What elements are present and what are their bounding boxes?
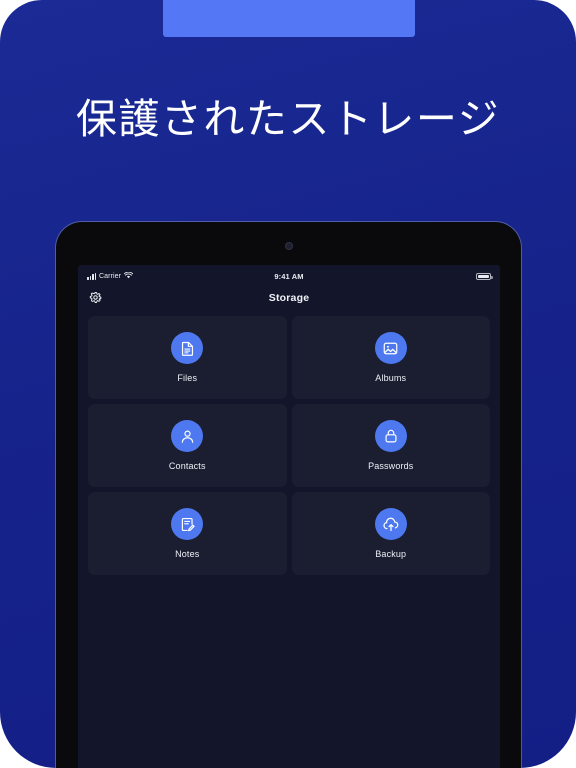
cloud-upload-icon xyxy=(374,508,407,540)
nav-title: Storage xyxy=(268,291,310,304)
storage-card-contacts[interactable]: Contacts xyxy=(88,404,287,487)
page-title: 保護されたストレージ xyxy=(75,96,501,142)
nav-bar: Storage xyxy=(78,284,500,311)
status-bar: Carrier 9:41 AM xyxy=(78,265,500,284)
document-icon xyxy=(171,332,204,364)
storage-card-label: Contacts xyxy=(168,461,206,471)
storage-card-passwords[interactable]: Passwords xyxy=(291,404,490,487)
storage-card-albums[interactable]: Albums xyxy=(291,316,490,399)
storage-card-label: Notes xyxy=(175,549,200,559)
storage-card-label: Passwords xyxy=(368,461,414,471)
person-icon xyxy=(171,420,204,452)
status-bar-clock: 9:41 AM xyxy=(274,271,304,281)
storage-card-notes[interactable]: Notes xyxy=(88,492,287,575)
top-accent-bar xyxy=(163,0,415,37)
note-edit-icon xyxy=(171,508,204,540)
photo-icon xyxy=(374,332,407,364)
storage-card-label: Backup xyxy=(375,549,407,559)
tablet-device-frame: Carrier 9:41 AM Storage Files Albums Con… xyxy=(56,222,521,768)
storage-card-label: Files xyxy=(177,373,198,383)
promo-panel: 保護されたストレージ Carrier 9:41 AM Storage Files… xyxy=(0,0,576,768)
storage-card-backup[interactable]: Backup xyxy=(291,492,490,575)
storage-card-label: Albums xyxy=(375,373,407,383)
battery-full-icon xyxy=(476,272,493,280)
storage-card-files[interactable]: Files xyxy=(88,316,287,399)
lock-icon xyxy=(374,420,407,452)
device-screen: Carrier 9:41 AM Storage Files Albums Con… xyxy=(78,265,500,768)
storage-grid: Files Albums Contacts Passwords Notes Ba… xyxy=(78,311,500,575)
front-camera-icon xyxy=(285,243,292,249)
status-bar-right xyxy=(476,272,493,280)
